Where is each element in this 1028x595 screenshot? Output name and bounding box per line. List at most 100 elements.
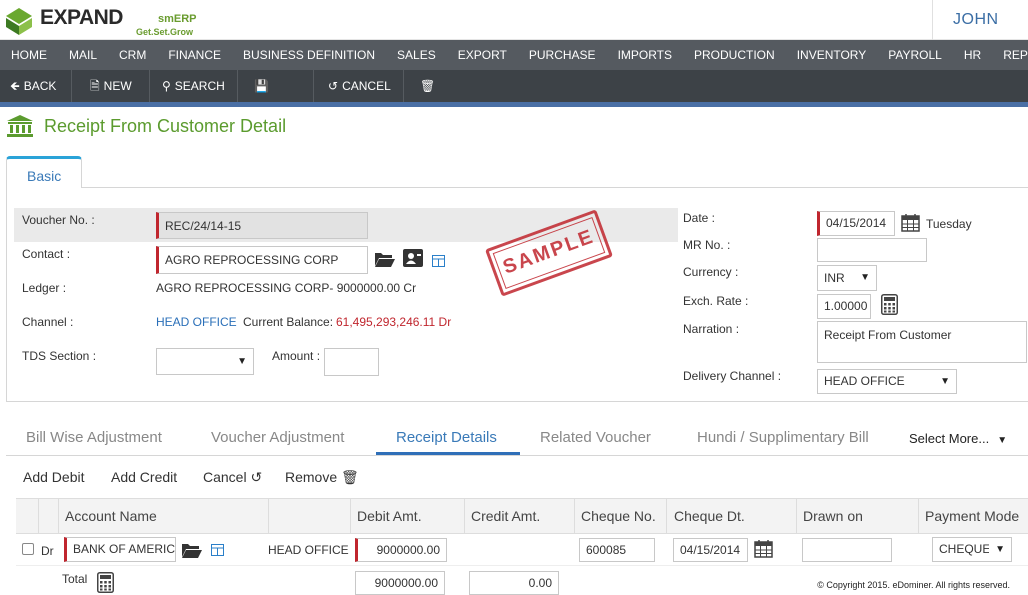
user-menu[interactable]: JOHN (932, 0, 1028, 40)
cheque-no-field[interactable]: 600085 (579, 538, 655, 562)
app-logo[interactable]: EXPAND smERP Get.Set.Grow (4, 4, 204, 38)
table-icon[interactable] (432, 255, 445, 267)
main-nav: HOME MAIL CRM FINANCE BUSINESS DEFINITION SAL… (0, 40, 1028, 70)
drawn-on-field[interactable] (802, 538, 892, 562)
nav-purchase[interactable]: PURCHASE (518, 40, 607, 70)
user-name[interactable]: JOHN (953, 11, 999, 29)
contact-label: Contact : (22, 247, 71, 261)
row-checkbox[interactable] (22, 543, 34, 555)
table-icon[interactable] (211, 544, 224, 556)
logo-tagline: Get.Set.Grow (136, 27, 194, 37)
column-divider (350, 498, 351, 534)
trash-icon: 🗑 (341, 469, 359, 485)
nav-payroll[interactable]: PAYROLL (877, 40, 953, 70)
folder-open-icon[interactable] (374, 250, 396, 268)
nav-hr[interactable]: HR (953, 40, 992, 70)
calendar-icon[interactable] (754, 539, 773, 558)
nav-export[interactable]: EXPORT (447, 40, 518, 70)
nav-crm[interactable]: CRM (108, 40, 157, 70)
row-channel: HEAD OFFICE (268, 543, 349, 557)
date-day: Tuesday (926, 217, 972, 231)
logo-edition: smERP (158, 13, 197, 25)
account-name-field[interactable]: BANK OF AMERIC (64, 537, 176, 562)
nav-inventory[interactable]: INVENTORY (786, 40, 878, 70)
tab-receipt-details[interactable]: Receipt Details (396, 429, 497, 446)
exch-label: Exch. Rate : (683, 294, 749, 308)
balance-value: 61,495,293,246.11 Dr (336, 315, 452, 329)
calculator-icon[interactable] (881, 294, 898, 315)
tds-select[interactable]: ▼ (156, 348, 254, 375)
nav-finance[interactable]: FINANCE (157, 40, 232, 70)
channel-label: Channel : (22, 315, 74, 329)
caret-down-icon: ▼ (997, 435, 1008, 446)
column-divider (38, 498, 39, 534)
tab-bill-wise-adjustment[interactable]: Bill Wise Adjustment (26, 429, 162, 446)
new-label: NEW (103, 79, 132, 93)
cancel-label: CANCEL (342, 79, 391, 93)
toolbar-divider (0, 102, 1028, 107)
nav-sales[interactable]: SALES (386, 40, 447, 70)
amount-field[interactable] (324, 348, 379, 376)
cancel-button[interactable]: ↺ CANCEL (318, 70, 404, 102)
undo-icon: ↺ (328, 79, 339, 93)
column-divider (666, 498, 667, 534)
voucher-no-field[interactable]: REC/24/14-15 (156, 212, 368, 239)
delete-label: DELETE (420, 111, 467, 125)
caret-down-icon: ▼ (940, 376, 950, 387)
tab-basic[interactable]: Basic (6, 156, 82, 188)
copyright: © Copyright 2015. eDominer. All rights r… (817, 580, 1010, 590)
nav-business-definition[interactable]: BUSINESS DEFINITION (232, 40, 386, 70)
remove-button[interactable]: Remove 🗑 (285, 469, 359, 486)
grid-cancel-button[interactable]: Cancel ↺ (203, 469, 262, 486)
nav-reports[interactable]: REPO (992, 40, 1028, 70)
top-header: EXPAND smERP Get.Set.Grow JOHN (0, 0, 1028, 40)
search-label: SEARCH (174, 79, 225, 93)
date-label: Date : (683, 211, 716, 225)
voucher-label: Voucher No. : (22, 213, 95, 227)
narration-label: Narration : (683, 322, 740, 336)
calculator-icon[interactable] (97, 572, 114, 593)
save-icon: 💾 (254, 79, 269, 93)
total-debit-field: 9000000.00 (355, 571, 445, 595)
payment-mode-select[interactable]: CHEQUE ▼ (932, 537, 1012, 562)
date-field[interactable]: 04/15/2014 (817, 211, 895, 236)
search-button[interactable]: ⚲ SEARCH (152, 70, 238, 102)
debit-amt-field[interactable]: 9000000.00 (355, 538, 447, 562)
select-more-dropdown[interactable]: Select More... ▼ (909, 431, 1007, 446)
column-divider (796, 498, 797, 534)
column-divider (268, 498, 269, 534)
save-button[interactable]: 💾SAVE (244, 70, 314, 125)
exch-rate-field[interactable]: 1.00000 (817, 294, 871, 319)
cheque-dt-field[interactable]: 04/15/2014 (673, 538, 748, 562)
contact-card-icon[interactable] (403, 249, 423, 267)
caret-down-icon: ▼ (237, 356, 247, 367)
tab-hundi-supplimentary-bill[interactable]: Hundi / Supplimentary Bill (697, 429, 869, 446)
mr-no-field[interactable] (817, 238, 927, 262)
action-toolbar: 🡸 BACK 🗎 NEW ⚲ SEARCH 💾SAVE ↺ CANCEL 🗑 DELETE (0, 70, 1028, 125)
currency-select[interactable]: INR ▼ (817, 265, 877, 291)
add-debit-button[interactable]: Add Debit (23, 469, 84, 485)
undo-icon: ↺ (250, 469, 263, 485)
payment-mode-value: CHEQUE (939, 542, 989, 556)
contact-field[interactable]: AGRO REPROCESSING CORP (156, 246, 368, 274)
back-button[interactable]: 🡸 BACK (0, 70, 72, 102)
delivery-channel-select[interactable]: HEAD OFFICE ▼ (817, 369, 957, 394)
currency-value: INR (824, 271, 845, 285)
nav-mail[interactable]: MAIL (58, 40, 108, 70)
add-credit-button[interactable]: Add Credit (111, 469, 177, 485)
tab-related-voucher[interactable]: Related Voucher (540, 429, 651, 446)
folder-open-icon[interactable] (181, 541, 203, 559)
nav-imports[interactable]: IMPORTS (607, 40, 683, 70)
nav-home[interactable]: HOME (0, 40, 58, 70)
column-divider (918, 498, 919, 534)
delivery-value: HEAD OFFICE (824, 374, 905, 388)
tab-voucher-adjustment[interactable]: Voucher Adjustment (211, 429, 344, 446)
calendar-icon[interactable] (901, 213, 920, 232)
nav-production[interactable]: PRODUCTION (683, 40, 786, 70)
delete-button[interactable]: 🗑 DELETE (410, 70, 490, 125)
channel-link[interactable]: HEAD OFFICE (156, 315, 237, 329)
new-button[interactable]: 🗎 NEW (80, 70, 150, 102)
page-title: Receipt From Customer Detail (44, 116, 287, 136)
back-label: BACK (23, 79, 57, 93)
narration-field[interactable]: Receipt From Customer (817, 321, 1027, 363)
